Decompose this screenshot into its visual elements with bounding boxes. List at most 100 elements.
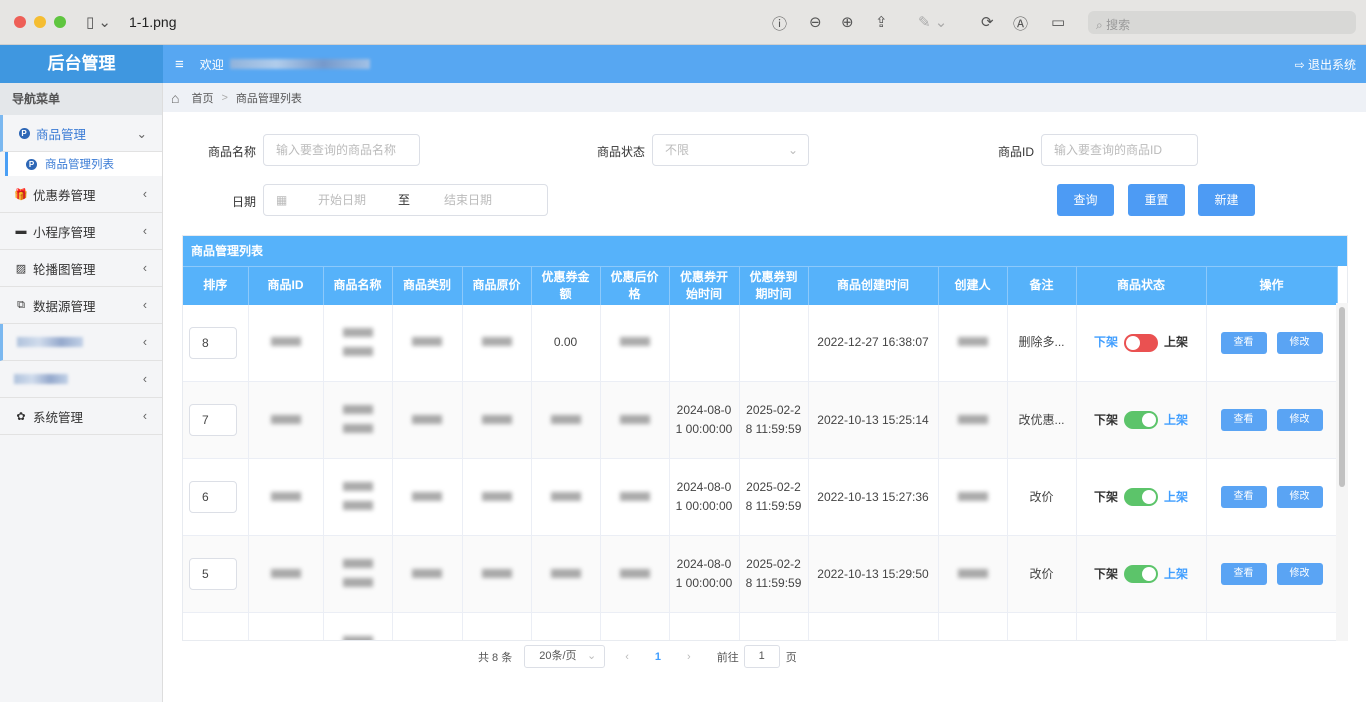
search-placeholder: 搜索 bbox=[1106, 18, 1131, 32]
on-label[interactable]: 上架 bbox=[1164, 490, 1188, 504]
sidebar-item-7[interactable]: ✿ 系统管理 ‹ bbox=[0, 398, 162, 435]
chevron-left-icon: ‹ bbox=[142, 298, 147, 312]
table-row: 6 2024-08-01 00:00:00 2025-02-28 11:59:59… bbox=[183, 458, 1338, 536]
redacted-value bbox=[270, 491, 301, 501]
status-select[interactable]: 不限 ⌄ bbox=[652, 134, 809, 166]
cell-price bbox=[462, 458, 532, 536]
edit-button[interactable]: 修改 bbox=[1276, 486, 1323, 508]
sidebar-item-1[interactable]: 🎁 优惠券管理 ‹ bbox=[0, 176, 162, 213]
cell-status: 下架 上架 bbox=[1076, 304, 1207, 382]
id-input[interactable]: 输入要查询的商品ID bbox=[1041, 134, 1198, 166]
view-button[interactable]: 查看 bbox=[1220, 331, 1267, 354]
cell-id bbox=[248, 304, 324, 382]
cell-category bbox=[392, 381, 463, 459]
p-circle-icon: P bbox=[26, 158, 37, 170]
on-label[interactable]: 上架 bbox=[1164, 335, 1188, 349]
cell-note: 改优惠... bbox=[1007, 381, 1077, 459]
menu-toggle-icon[interactable]: ≡ bbox=[175, 56, 184, 73]
sidebar-item-label: 数据源管理 bbox=[33, 299, 96, 314]
redacted-value bbox=[550, 491, 581, 501]
sidebar-item-label: 商品管理 bbox=[36, 127, 87, 142]
sort-input[interactable]: 7 bbox=[189, 404, 237, 436]
logout-button[interactable]: ⇨ 退出系统 bbox=[1295, 56, 1356, 73]
cell-status: 下架 上架 bbox=[1076, 381, 1207, 459]
breadcrumb-separator: > bbox=[221, 91, 228, 104]
sidebar-item-4[interactable]: ⧉ 数据源管理 ‹ bbox=[0, 287, 162, 324]
markup-icon[interactable]: Ⓐ bbox=[1013, 13, 1028, 34]
sort-input[interactable]: 6 bbox=[189, 481, 237, 513]
reset-button[interactable]: 重置 bbox=[1128, 184, 1185, 216]
query-button[interactable]: 查询 bbox=[1057, 184, 1114, 216]
name-input[interactable]: 输入要查询的商品名称 bbox=[263, 134, 420, 166]
page-size-select[interactable]: 20条/页 ⌄ bbox=[524, 645, 606, 668]
off-label[interactable]: 下架 bbox=[1094, 413, 1118, 427]
edit-button[interactable]: 修改 bbox=[1276, 563, 1323, 585]
share-icon[interactable]: ⇪ bbox=[875, 13, 888, 31]
redacted-value bbox=[270, 414, 301, 424]
off-label[interactable]: 下架 bbox=[1094, 335, 1118, 349]
status-toggle[interactable] bbox=[1124, 565, 1158, 584]
date-range-input[interactable]: ▦ 开始日期 至 结束日期 bbox=[263, 184, 548, 216]
pen-icon[interactable]: ✎ ⌄ bbox=[918, 13, 947, 31]
cell-end: 2025-02 bbox=[739, 612, 809, 640]
column-header: 排序 bbox=[183, 266, 249, 305]
breadcrumb-home[interactable]: 首页 bbox=[191, 90, 213, 106]
redacted-value bbox=[412, 414, 442, 424]
sort-input[interactable]: 5 bbox=[189, 558, 237, 590]
redacted-value bbox=[619, 337, 650, 347]
end-date[interactable]: 结束日期 bbox=[444, 185, 492, 215]
column-header: 优惠券开始时间 bbox=[669, 266, 740, 305]
create-button[interactable]: 新建 bbox=[1198, 184, 1255, 216]
column-header: 商品原价 bbox=[462, 266, 532, 305]
sidebar-item-6[interactable]: ‹ bbox=[0, 361, 162, 398]
gear-icon: ✿ bbox=[16, 410, 26, 423]
sort-input[interactable]: 8 bbox=[189, 326, 237, 359]
view-button[interactable]: 查看 bbox=[1220, 409, 1267, 431]
on-label[interactable]: 上架 bbox=[1164, 567, 1188, 581]
home-icon[interactable]: ⌂ bbox=[171, 90, 179, 106]
redacted-value bbox=[550, 568, 581, 578]
cell-note: 改价 bbox=[1007, 458, 1077, 536]
close-button[interactable] bbox=[14, 16, 26, 28]
rotate-icon[interactable]: ⟳ bbox=[981, 13, 994, 31]
status-toggle[interactable] bbox=[1124, 334, 1158, 353]
table-scrollbar[interactable] bbox=[1336, 303, 1348, 641]
page-1-button[interactable]: 1 bbox=[655, 651, 661, 663]
chevron-down-icon: ⌄ bbox=[787, 143, 798, 157]
zoom-button[interactable] bbox=[54, 16, 66, 28]
minimize-button[interactable] bbox=[34, 16, 46, 28]
sidebar-item-2[interactable]: ▬ 小程序管理 ‹ bbox=[0, 213, 162, 250]
view-button[interactable]: 查看 bbox=[1220, 563, 1267, 585]
prev-page-button[interactable]: ‹ bbox=[625, 651, 629, 663]
cell-end: 2025-02-28 11:59:59 bbox=[739, 458, 809, 536]
column-header: 商品创建时间 bbox=[808, 266, 939, 305]
off-label[interactable]: 下架 bbox=[1094, 567, 1118, 581]
sidebar-item-0[interactable]: P 商品管理 ⌄ bbox=[0, 115, 162, 152]
zoom-out-icon[interactable]: ⊖ bbox=[809, 13, 822, 31]
scrollbar-thumb[interactable] bbox=[1339, 307, 1345, 487]
edit-button[interactable]: 修改 bbox=[1276, 331, 1323, 354]
search-input[interactable]: ⌕ 搜索 bbox=[1088, 11, 1356, 34]
cell-creator bbox=[938, 381, 1008, 459]
sign-icon[interactable]: ▭ bbox=[1051, 13, 1065, 31]
sidebar-subitem-label: 商品管理列表 bbox=[45, 159, 114, 171]
goto-page-input[interactable]: 1 bbox=[743, 645, 780, 668]
on-label[interactable]: 上架 bbox=[1164, 413, 1188, 427]
sidebar-item-5[interactable]: ‹ bbox=[0, 324, 162, 361]
view-button[interactable]: 查看 bbox=[1220, 486, 1267, 508]
chevron-left-icon: ‹ bbox=[142, 409, 147, 423]
redacted-value bbox=[619, 414, 650, 424]
status-toggle[interactable] bbox=[1124, 488, 1158, 507]
zoom-in-icon[interactable]: ⊕ bbox=[841, 13, 854, 31]
sidebar-subitem[interactable]: P 商品管理列表 bbox=[5, 152, 162, 176]
cell-id bbox=[248, 381, 324, 459]
sidebar-toggle-icon[interactable]: ▯ ⌄ bbox=[86, 13, 111, 31]
status-toggle[interactable] bbox=[1124, 411, 1158, 430]
cell-start bbox=[669, 304, 740, 382]
edit-button[interactable]: 修改 bbox=[1276, 409, 1323, 431]
sidebar-item-3[interactable]: ▨ 轮播图管理 ‹ bbox=[0, 250, 162, 287]
start-date[interactable]: 开始日期 bbox=[318, 185, 366, 215]
info-icon[interactable]: ⓘ bbox=[772, 13, 787, 34]
next-page-button[interactable]: › bbox=[687, 651, 691, 663]
off-label[interactable]: 下架 bbox=[1094, 490, 1118, 504]
